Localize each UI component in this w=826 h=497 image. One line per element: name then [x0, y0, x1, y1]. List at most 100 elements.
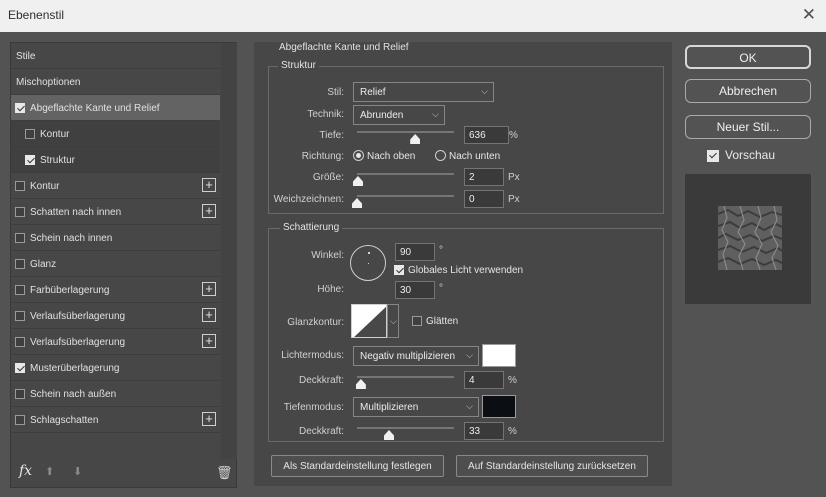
style-item[interactable]: Schatten nach innen +: [11, 199, 220, 225]
settings-panel: Abgeflachte Kante und Relief Struktur St…: [254, 42, 672, 486]
richtung-up-radio[interactable]: [353, 150, 364, 161]
style-item[interactable]: Mischoptionen: [11, 69, 220, 95]
style-item-label: Schein nach innen: [30, 233, 113, 244]
fx-icon[interactable]: fx: [19, 463, 32, 479]
deckkraft1-input[interactable]: 4: [464, 371, 504, 389]
add-effect-icon[interactable]: +: [202, 334, 216, 348]
deckkraft2-unit: %: [508, 426, 517, 437]
style-item-checkbox[interactable]: [15, 363, 25, 373]
tiefe-slider[interactable]: [357, 131, 454, 133]
lichtermodus-dropdown[interactable]: Negativ multiplizieren ⌵: [353, 346, 479, 366]
weich-label: Weichzeichnen:: [273, 194, 344, 205]
style-item-label: Verlaufsüberlagerung: [30, 311, 126, 322]
style-item[interactable]: Schlagschatten +: [11, 407, 220, 433]
style-item[interactable]: Glanz: [11, 251, 220, 277]
style-item-checkbox[interactable]: [15, 207, 25, 217]
styles-list-panel: Stile Mischoptionen Abgeflachte Kante und …: [10, 42, 237, 488]
style-item[interactable]: Struktur: [11, 147, 220, 173]
reset-default-button[interactable]: Auf Standardeinstellung zurücksetzen: [456, 455, 648, 477]
add-effect-icon[interactable]: +: [202, 412, 216, 426]
richtung-down-radio[interactable]: [435, 150, 446, 161]
chevron-down-icon: ⌵: [466, 401, 473, 411]
style-item-label: Glanz: [30, 259, 57, 270]
style-item[interactable]: Kontur +: [11, 173, 220, 199]
style-item-checkbox[interactable]: [15, 415, 25, 425]
style-item-checkbox[interactable]: [15, 259, 25, 269]
hoehe-input[interactable]: 30: [395, 281, 435, 299]
winkel-label: Winkel:: [311, 250, 344, 261]
ok-button[interactable]: OK: [685, 45, 811, 69]
groesse-input[interactable]: 2: [464, 168, 504, 186]
style-item-checkbox[interactable]: [15, 233, 25, 243]
style-item[interactable]: Verlaufsüberlagerung +: [11, 303, 220, 329]
style-item[interactable]: Schein nach innen: [11, 225, 220, 251]
global-light-checkbox[interactable]: [394, 265, 404, 275]
technik-dropdown[interactable]: Abrunden ⌵: [353, 105, 445, 125]
weich-slider[interactable]: [357, 195, 454, 197]
schattierung-title: Schattierung: [280, 222, 343, 233]
style-item[interactable]: Stile: [11, 43, 220, 69]
preview-texture: [718, 206, 782, 270]
style-item[interactable]: Farbüberlagerung +: [11, 277, 220, 303]
tiefe-unit: %: [509, 130, 518, 141]
set-default-button[interactable]: Als Standardeinstellung festlegen: [271, 455, 444, 477]
stil-value: Relief: [360, 87, 386, 98]
add-effect-icon[interactable]: +: [202, 204, 216, 218]
gloss-contour-preview[interactable]: [351, 304, 387, 338]
angle-wheel[interactable]: [350, 245, 386, 281]
section-title: Abgeflachte Kante und Relief: [276, 42, 412, 53]
style-item[interactable]: Kontur: [11, 121, 220, 147]
style-item-label: Schlagschatten: [30, 415, 99, 426]
move-down-icon[interactable]: ⬇: [73, 465, 82, 478]
style-item-label: Abgeflachte Kante und Relief: [30, 103, 160, 114]
style-item-checkbox[interactable]: [15, 311, 25, 321]
styles-list-scrollbar[interactable]: [221, 43, 237, 459]
weich-input[interactable]: 0: [464, 190, 504, 208]
move-up-icon[interactable]: ⬆: [45, 465, 54, 478]
weich-unit: Px: [508, 194, 520, 205]
stil-dropdown[interactable]: Relief ⌵: [353, 82, 494, 102]
richtung-down-label: Nach unten: [449, 151, 501, 162]
style-item-label: Kontur: [40, 129, 70, 140]
style-item[interactable]: Verlaufsüberlagerung +: [11, 329, 220, 355]
new-style-button[interactable]: Neuer Stil...: [685, 115, 811, 139]
add-effect-icon[interactable]: +: [202, 178, 216, 192]
style-item-checkbox[interactable]: [15, 285, 25, 295]
tiefen-color-swatch[interactable]: [482, 395, 516, 418]
style-item-checkbox[interactable]: [25, 155, 35, 165]
angle-center: [368, 263, 369, 264]
chevron-down-icon: ⌵: [481, 86, 488, 96]
style-item[interactable]: Abgeflachte Kante und Relief: [11, 95, 220, 121]
angle-dot: [368, 252, 370, 254]
style-item-checkbox[interactable]: [15, 389, 25, 399]
winkel-input[interactable]: 90: [395, 243, 435, 261]
style-item-checkbox[interactable]: [15, 337, 25, 347]
groesse-slider[interactable]: [357, 173, 454, 175]
preview-checkbox[interactable]: [707, 150, 719, 162]
cancel-button[interactable]: Abbrechen: [685, 79, 811, 103]
trash-icon[interactable]: 🗑: [216, 465, 233, 481]
window-title: Ebenenstil: [8, 8, 65, 22]
style-item[interactable]: Musterüberlagerung: [11, 355, 220, 381]
hoehe-label: Höhe:: [317, 284, 344, 295]
style-item-checkbox[interactable]: [15, 181, 25, 191]
style-item-checkbox[interactable]: [25, 129, 35, 139]
deckkraft1-label: Deckkraft:: [298, 375, 344, 386]
tiefe-input[interactable]: 636: [464, 126, 509, 144]
style-item[interactable]: Schein nach außen: [11, 381, 220, 407]
lichter-color-swatch[interactable]: [482, 344, 516, 367]
add-effect-icon[interactable]: +: [202, 308, 216, 322]
close-icon[interactable]: ✕: [802, 5, 816, 25]
tiefenmodus-dropdown[interactable]: Multiplizieren ⌵: [353, 397, 479, 417]
deckkraft2-slider[interactable]: [357, 427, 454, 429]
add-effect-icon[interactable]: +: [202, 282, 216, 296]
style-item-checkbox[interactable]: [15, 103, 25, 113]
tiefenmodus-value: Multiplizieren: [360, 402, 419, 413]
chevron-down-icon: ⌵: [466, 350, 473, 360]
richtung-label: Richtung:: [301, 151, 344, 162]
gloss-contour-dropdown[interactable]: ⌵: [387, 304, 399, 338]
global-light-label: Globales Licht verwenden: [408, 265, 524, 276]
deckkraft1-slider[interactable]: [357, 376, 454, 378]
glaetten-checkbox[interactable]: [412, 316, 422, 326]
deckkraft2-input[interactable]: 33: [464, 422, 504, 440]
